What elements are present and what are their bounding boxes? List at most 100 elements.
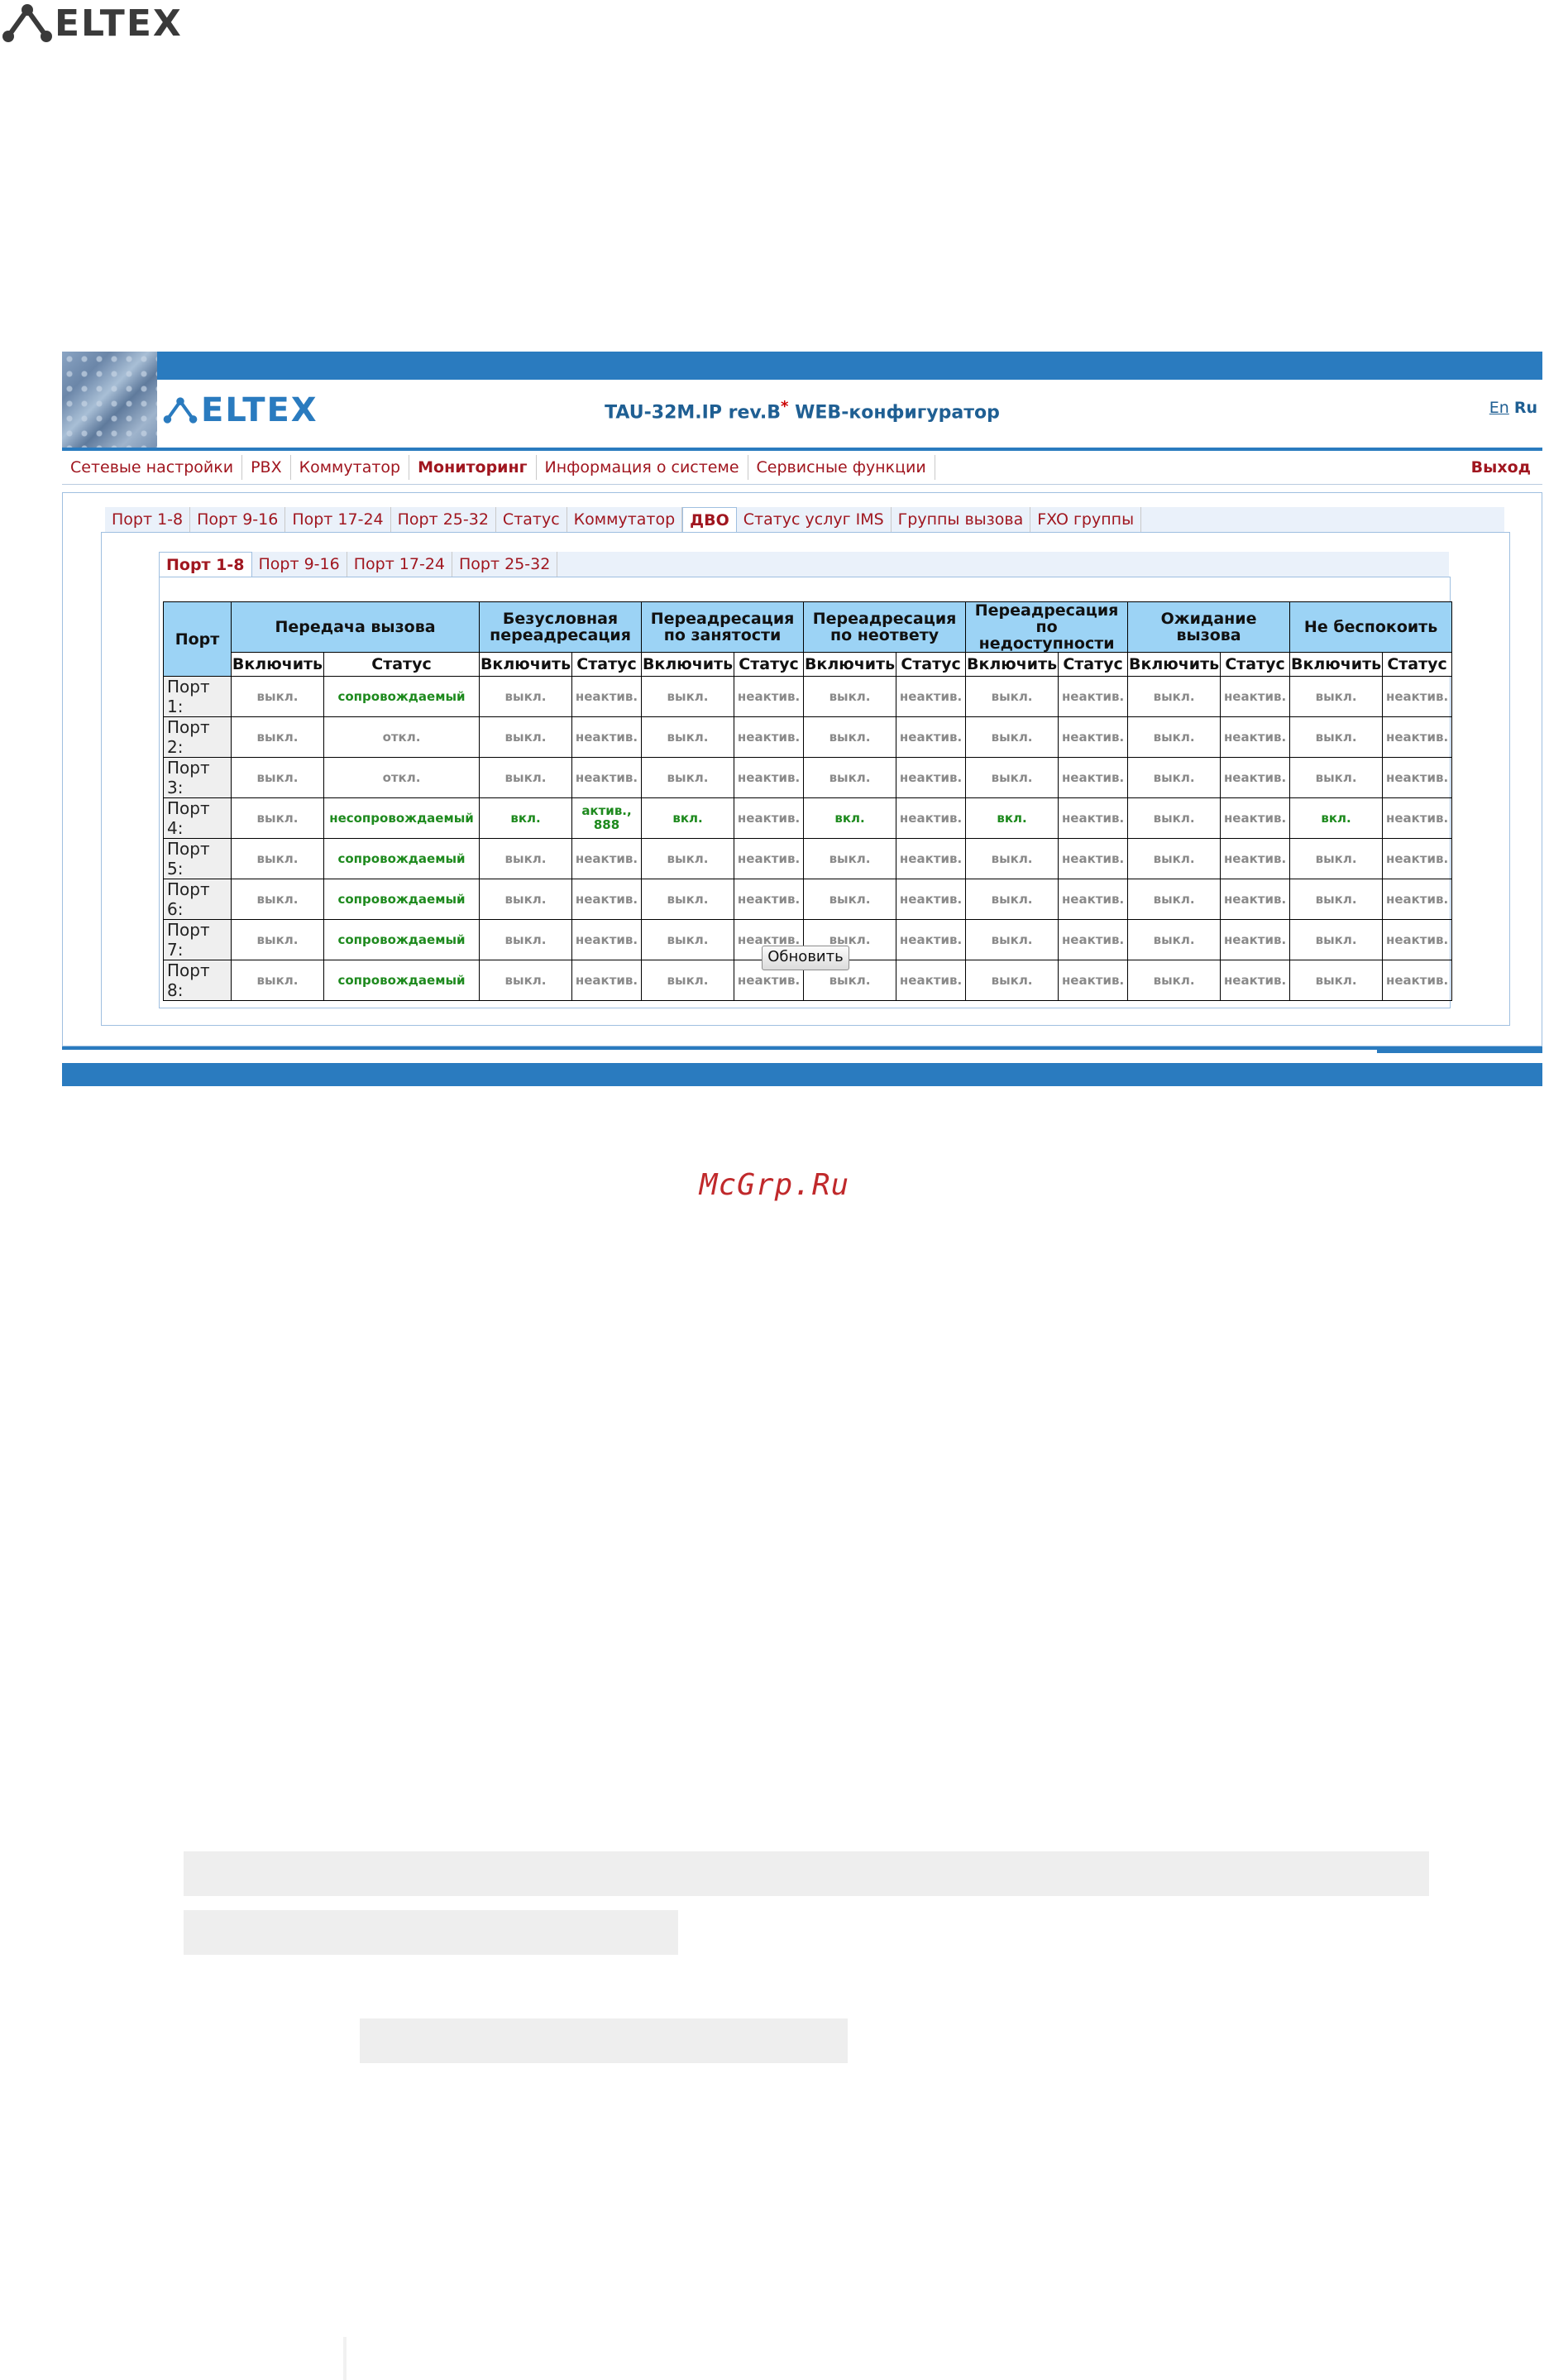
- menu-service-functions[interactable]: Сервисные функции: [748, 455, 935, 480]
- tab-port-9-16[interactable]: Порт 9-16: [190, 507, 286, 532]
- sub-header-enable: Включить: [1289, 652, 1384, 677]
- status-cell: неактив.: [1220, 879, 1291, 920]
- enable-cell: выкл.: [965, 757, 1059, 798]
- enable-cell: выкл.: [965, 960, 1059, 1001]
- language-switcher: En Ru: [1489, 399, 1537, 417]
- enable-cell: выкл.: [641, 919, 735, 960]
- status-cell-line: актив.,: [581, 803, 632, 818]
- status-cell: сопровождаемый: [323, 919, 480, 960]
- status-cell: неактив.: [1220, 960, 1291, 1001]
- sub-header-status: Статус: [896, 652, 967, 677]
- status-cell: неактив.: [896, 960, 967, 1001]
- footer-bar: [62, 1063, 1542, 1086]
- enable-cell: выкл.: [479, 757, 573, 798]
- port-label: Порт 8:: [163, 960, 232, 1001]
- group-header-line: Ожидание: [1160, 610, 1257, 628]
- enable-cell: выкл.: [479, 960, 573, 1001]
- tab-port-1-8[interactable]: Порт 1-8: [105, 507, 191, 532]
- menu-monitoring[interactable]: Мониторинг: [409, 455, 537, 480]
- enable-cell: выкл.: [641, 879, 735, 920]
- enable-cell: вкл.: [965, 797, 1059, 839]
- tab-port-17-24[interactable]: Порт 17-24: [285, 507, 391, 532]
- enable-cell: выкл.: [641, 716, 735, 758]
- subtab-port-25-32[interactable]: Порт 25-32: [452, 552, 558, 577]
- enable-cell: выкл.: [1289, 960, 1384, 1001]
- status-cell-line: 888: [593, 817, 620, 832]
- enable-cell: выкл.: [1127, 716, 1222, 758]
- enable-cell: выкл.: [1289, 838, 1384, 879]
- tab-ims-status[interactable]: Статус услуг IMS: [737, 507, 892, 532]
- status-cell: неактив.: [896, 797, 967, 839]
- header-bar-accent: [153, 375, 1542, 380]
- status-cell: актив., 888: [571, 797, 643, 839]
- dvo-table: Порт Передача вызова Безусловная переадре…: [163, 601, 1453, 1001]
- enable-cell: выкл.: [479, 838, 573, 879]
- tab-fxo-groups[interactable]: FXO группы: [1030, 507, 1142, 532]
- enable-cell: выкл.: [1289, 919, 1384, 960]
- status-cell: неактив.: [571, 838, 643, 879]
- enable-cell: вкл.: [641, 797, 735, 839]
- tab-status[interactable]: Статус: [496, 507, 567, 532]
- enable-cell: выкл.: [231, 919, 324, 960]
- subtab-port-17-24[interactable]: Порт 17-24: [347, 552, 453, 577]
- tab-call-groups[interactable]: Группы вызова: [892, 507, 1031, 532]
- subtab-port-1-8[interactable]: Порт 1-8: [159, 552, 252, 577]
- redacted-text-block: [184, 1851, 1429, 1896]
- enable-cell: выкл.: [1289, 879, 1384, 920]
- enable-cell: выкл.: [965, 676, 1059, 717]
- status-cell: неактив.: [1220, 838, 1291, 879]
- enable-cell: выкл.: [1127, 960, 1222, 1001]
- menu-system-info[interactable]: Информация о системе: [537, 455, 748, 480]
- status-cell: неактив.: [1382, 919, 1453, 960]
- status-cell: неактив.: [571, 879, 643, 920]
- app-title: TAU-32M.IP rev.B* WEB-конфигуратор: [62, 398, 1542, 423]
- lang-en-link[interactable]: En: [1489, 399, 1509, 417]
- enable-cell: выкл.: [231, 716, 324, 758]
- menu-divider: [62, 484, 1542, 485]
- redacted-text-block: [360, 2018, 848, 2063]
- port-label: Порт 2:: [163, 716, 232, 758]
- tab-dvo[interactable]: ДВО: [682, 507, 737, 532]
- menu-pbx[interactable]: PBX: [242, 455, 291, 480]
- group-header-line: Переадресация: [812, 610, 957, 628]
- tab-switch[interactable]: Коммутатор: [567, 507, 683, 532]
- group-header-line: Переадресация: [974, 601, 1119, 620]
- group-header-line: по недоступности: [978, 618, 1115, 653]
- enable-cell: выкл.: [231, 879, 324, 920]
- status-cell: сопровождаемый: [323, 960, 480, 1001]
- group-header-line: вызова: [1176, 626, 1241, 644]
- enable-cell: выкл.: [1289, 676, 1384, 717]
- port-label: Порт 6:: [163, 879, 232, 920]
- group-header-line: Переадресация: [650, 610, 795, 628]
- enable-cell: выкл.: [1127, 676, 1222, 717]
- logout-link[interactable]: Выход: [1471, 454, 1531, 481]
- enable-cell: выкл.: [803, 676, 897, 717]
- status-cell: неактив.: [1058, 960, 1129, 1001]
- enable-cell: выкл.: [641, 960, 735, 1001]
- group-header-no-answer: Переадресация по неответу: [803, 601, 967, 653]
- header-line: [62, 448, 1542, 451]
- margin-line: [343, 2337, 347, 2380]
- subtab-port-9-16[interactable]: Порт 9-16: [252, 552, 347, 577]
- sub-header-status: Статус: [734, 652, 805, 677]
- refresh-button[interactable]: Обновить: [762, 946, 849, 970]
- status-cell: неактив.: [1220, 676, 1291, 717]
- status-cell: неактив.: [571, 757, 643, 798]
- port-label: Порт 3:: [163, 757, 232, 798]
- tab-port-25-32[interactable]: Порт 25-32: [391, 507, 496, 532]
- enable-cell: выкл.: [1127, 838, 1222, 879]
- table-row: Порт 1: выкл. сопровождаемый выкл. неактив. в…: [163, 676, 1453, 717]
- enable-cell: выкл.: [1127, 919, 1222, 960]
- table-row: Порт 4: выкл. несопровождаемый вкл. актив., 8…: [163, 797, 1453, 839]
- status-cell: неактив.: [1220, 919, 1291, 960]
- lang-ru-link[interactable]: Ru: [1514, 399, 1537, 417]
- header-bar: [62, 352, 1542, 375]
- status-cell: неактив.: [1058, 797, 1129, 839]
- enable-cell: выкл.: [641, 757, 735, 798]
- menu-network-settings[interactable]: Сетевые настройки: [62, 455, 243, 480]
- port-range-tabs: Порт 1-8 Порт 9-16 Порт 17-24 Порт 25-32: [159, 552, 1449, 577]
- sub-header-status: Статус: [1382, 652, 1453, 677]
- eltex-logo-icon: [2, 4, 52, 42]
- enable-cell: выкл.: [479, 879, 573, 920]
- menu-switch[interactable]: Коммутатор: [291, 455, 410, 480]
